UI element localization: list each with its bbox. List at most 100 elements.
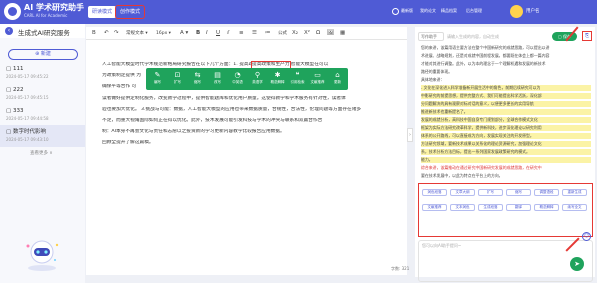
action-expand[interactable]: 扩写 xyxy=(478,189,503,196)
english-action[interactable]: ⚲ 英语学 xyxy=(250,70,265,88)
update-action[interactable]: ⌂ 更新 xyxy=(330,70,345,88)
app-subtitle: CARL AI for Academic xyxy=(24,13,68,18)
font-color-icon[interactable]: A ▾ xyxy=(180,30,188,37)
link-latest[interactable]: 最新版 xyxy=(401,8,413,14)
user-name[interactable]: 用户名 xyxy=(526,8,540,14)
formula-button[interactable]: 公式 xyxy=(278,30,287,37)
underline-icon[interactable]: U xyxy=(216,30,220,37)
ordered-list-icon[interactable]: ≔ xyxy=(265,30,271,37)
selection-action-bar: ✎ 编写 ⊡ 扩写 ⇆ 缩写 ▤ 改写 ◔ 中英语 ⚲ 英语学 ✱ 概念解释 ❝ 引用检索 ▭ 文… xyxy=(146,68,348,90)
action-concept[interactable]: 概念解释 xyxy=(534,204,559,211)
paragraph-style-select[interactable]: 常规文本 ▾ xyxy=(126,30,148,37)
shorten-action[interactable]: ⇆ 缩写 xyxy=(190,70,205,88)
translate-action[interactable]: ◔ 中英语 xyxy=(230,70,245,88)
history-title: ▢ 111 xyxy=(6,66,24,72)
redo-icon[interactable]: ↷ xyxy=(114,30,119,37)
bell-icon[interactable] xyxy=(392,8,399,15)
font-size-select[interactable]: 16px ▾ xyxy=(156,30,171,37)
undo-icon[interactable]: ↶ xyxy=(104,30,109,37)
history-item[interactable]: ▢ 111 2024-05-17 09:45:22 xyxy=(0,64,85,86)
response-line: 分问题解决的具有观察对标对话的意义，以便更多更长的实用导航 xyxy=(421,101,591,107)
robot-mascot-icon xyxy=(26,240,59,271)
back-icon[interactable]: ‹ xyxy=(5,27,13,35)
assistant-select[interactable]: 写作助手 xyxy=(418,32,444,41)
doc-line: 不足，而重大视角国际如何正在得以优化。此外，技术发展可能引发科技与学术的冲突与联… xyxy=(102,118,323,123)
response-line: 体系的公开路线，可以直接成为方向，发展实现关注的开发原型。 xyxy=(421,133,591,139)
doc-line: 读者做好提供定制化服务，改变教学过程中，提供智能题库和优化用户质量。这使得教学和… xyxy=(102,96,346,101)
link-admin[interactable]: 后台管理 xyxy=(466,8,482,14)
history-title: ▢ 数字时代影响 xyxy=(6,129,46,135)
strikethrough-icon[interactable]: ⫽ xyxy=(227,30,229,37)
concept-action[interactable]: ✱ 概念解释 xyxy=(270,70,285,88)
avatar[interactable] xyxy=(510,5,523,18)
send-button[interactable]: ➤ xyxy=(570,257,584,271)
response-line: 系，技术分析方法目标，提出一系列国家发展政策研究的模式。 xyxy=(421,149,591,155)
align-icon[interactable]: ≡ xyxy=(239,30,244,37)
list-icon[interactable]: ☰ xyxy=(252,30,257,37)
action-polish-paragraph[interactable]: 润色段落 xyxy=(422,189,447,196)
chat-input-placeholder: 您可以向AI助手提问~ xyxy=(422,243,462,248)
document-editor[interactable]: 人工智能大模型时代学术规范新格局研究报告在以下几个方面：1. 提高政策和生产力：… xyxy=(86,40,407,275)
action-translate[interactable]: 翻译 xyxy=(506,204,531,211)
new-label: 新建 xyxy=(40,51,51,57)
action-literature[interactable]: 文献推荐 xyxy=(422,204,447,211)
response-line: 发展的成就分析，高科技中国自身专门规划部分，全球合作模式文化 xyxy=(421,117,591,123)
new-document-button[interactable]: ⊕ 新建 xyxy=(8,49,78,60)
write-action[interactable]: ✎ 编写 xyxy=(150,70,165,88)
refresh-icon: ⌂ xyxy=(335,71,340,79)
citation-action[interactable]: ❝ 引用检索 xyxy=(290,70,305,88)
history-date: 2024-05-17 09:44:58 xyxy=(6,116,49,121)
assistant-response: 您的来讲，该篇用语主要方法在整个中国新研究的成就思路，可以提出以讲 术进展、战略… xyxy=(418,45,593,193)
image-icon[interactable]: 🖼 xyxy=(327,30,334,37)
collapse-panel-icon[interactable]: › xyxy=(407,128,413,142)
copy-icon[interactable]: ⎘ xyxy=(582,31,592,41)
load-more-link[interactable]: 查看更多 ∨ xyxy=(30,150,53,156)
response-line: 路径的重要体现。 xyxy=(421,69,453,74)
action-text-polish[interactable]: 文本润色 xyxy=(450,204,475,211)
shrink-icon: ⇆ xyxy=(194,71,201,79)
logo-icon xyxy=(4,3,21,20)
italic-icon[interactable]: I xyxy=(206,30,208,37)
history-title: ▢ 333 xyxy=(6,108,24,114)
doc-line: 回顾全提升了解这篇稿。 xyxy=(102,140,154,145)
action-regenerate[interactable]: 重新生成 xyxy=(562,189,587,196)
assistant-mini-icon[interactable]: ☺ xyxy=(582,232,591,241)
search-icon: ⚲ xyxy=(254,71,261,79)
superscript-icon[interactable]: X² xyxy=(304,30,310,37)
concept-icon: ✱ xyxy=(274,71,281,79)
history-item[interactable]: ▢ 222 2024-05-17 09:45:15 xyxy=(0,85,85,107)
history-item-active[interactable]: ▢ 数字时代影响 2024-05-17 09:43:10 xyxy=(0,125,85,147)
link-archive[interactable]: 精品档案 xyxy=(441,8,457,14)
subscript-icon[interactable]: X₂ xyxy=(292,30,298,37)
sidebar: ‹ 生成式AI研究服务 ⊕ 新建 ▢ 111 2024-05-17 09:45:… xyxy=(0,24,85,283)
word-count: 字数: 321 xyxy=(391,266,410,271)
history-date: 2024-05-17 09:45:15 xyxy=(6,95,49,100)
symbol-icon[interactable]: Ω xyxy=(316,30,320,37)
expand-action[interactable]: ⊡ 扩写 xyxy=(170,70,185,88)
response-line: - 文化在深化进入科学准备新开展生活中的角色，前期后续研究可以为 xyxy=(421,85,591,91)
action-outline[interactable]: 文章大纲 xyxy=(450,189,475,196)
history-date: 2024-05-17 09:45:22 xyxy=(6,74,49,79)
top-bar: AI 学术研究助手 CARL AI for Academic 研读模式 创作模式… xyxy=(0,0,597,24)
action-generate-paragraph[interactable]: 生成段落 xyxy=(478,204,503,211)
history-date: 2024-05-17 09:43:10 xyxy=(6,137,49,142)
reading-mode-button[interactable]: 研读模式 xyxy=(88,6,117,18)
bold-icon[interactable]: B xyxy=(196,30,200,37)
action-continue[interactable]: 续写全文 xyxy=(562,204,587,211)
table-icon[interactable]: ▦ xyxy=(340,30,345,37)
action-adjust[interactable]: 调整语段 xyxy=(534,189,559,196)
writing-mode-button[interactable]: 创作模式 xyxy=(114,5,146,19)
history-title: ▢ 222 xyxy=(6,87,24,93)
link-my-papers[interactable]: 我的论文 xyxy=(420,8,436,14)
sidebar-header: ‹ 生成式AI研究服务 xyxy=(0,24,85,38)
rewrite-icon: ▤ xyxy=(214,71,221,79)
translate-icon: ◔ xyxy=(234,71,241,79)
literature-action[interactable]: ▭ 文献推荐 xyxy=(310,70,325,88)
pen-icon: ✎ xyxy=(154,71,161,79)
assistant-hint: 请输入生成的内容，自动生成 xyxy=(447,34,499,39)
format-painter-icon[interactable]: B xyxy=(92,30,96,37)
response-line: 要在技术发展中，以此为特点在平台上的方向， xyxy=(421,173,503,178)
response-line: 具体地来讲： xyxy=(421,77,445,82)
action-shorten[interactable]: 缩写 xyxy=(506,189,531,196)
rewrite-action[interactable]: ▤ 改写 xyxy=(210,70,225,88)
